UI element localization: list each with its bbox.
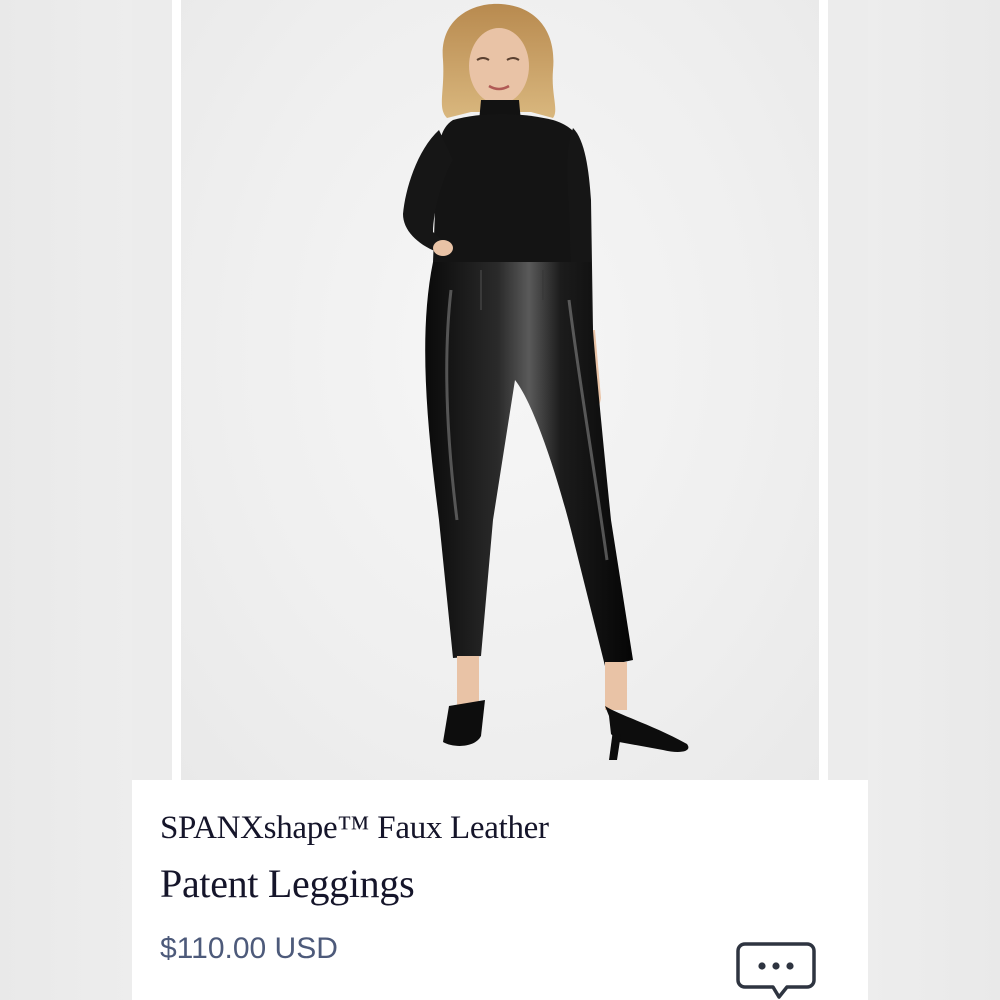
product-card: SPANXshape™ Faux Leather Patent Leggings… <box>132 0 868 1000</box>
chat-button[interactable] <box>735 940 817 1000</box>
product-page: SPANXshape™ Faux Leather Patent Leggings… <box>0 0 1000 1000</box>
product-price: $110.00 USD <box>160 932 338 965</box>
right-margin <box>868 0 1000 1000</box>
previous-slide-peek[interactable] <box>132 0 172 780</box>
image-carousel[interactable] <box>132 0 868 780</box>
product-info: SPANXshape™ Faux Leather Patent Leggings… <box>132 780 868 1000</box>
next-slide-peek[interactable] <box>828 0 868 780</box>
product-image[interactable] <box>181 0 819 780</box>
left-margin <box>0 0 132 1000</box>
chat-bubble-icon <box>736 942 816 999</box>
product-name-line1[interactable]: SPANXshape™ Faux Leather <box>160 810 549 847</box>
model-illustration <box>403 3 689 760</box>
product-name-line2[interactable]: Patent Leggings <box>160 860 415 907</box>
